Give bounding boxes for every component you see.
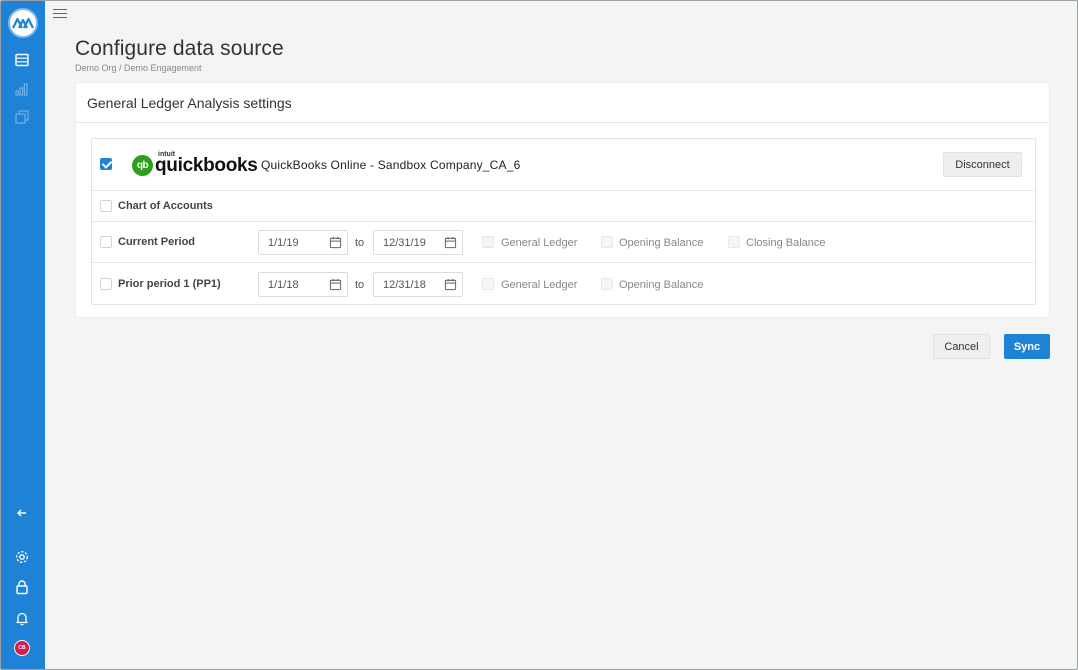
date-value: 1/1/19 (268, 236, 299, 249)
chart-of-accounts-label: Chart of Accounts (118, 200, 213, 212)
bar-chart-icon[interactable] (13, 80, 31, 98)
current-gl-label: General Ledger (501, 237, 578, 249)
user-avatar[interactable]: CB (13, 639, 31, 657)
cancel-button[interactable]: Cancel (933, 334, 990, 359)
prior-gl-checkbox[interactable] (482, 278, 494, 290)
prior-period-from-input[interactable]: 1/1/18 (258, 272, 348, 297)
logo-icon[interactable] (8, 8, 38, 38)
connection-checkbox[interactable] (100, 158, 112, 170)
settings-card: General Ledger Analysis settings qb intu… (75, 82, 1050, 318)
intuit-wordmark: intuit (158, 150, 176, 158)
data-source-panel: qb intuit quickbooks QuickBooks Online -… (91, 138, 1036, 305)
main-content: Configure data source Demo Org / Demo En… (45, 1, 1077, 669)
list-icon[interactable] (13, 51, 31, 69)
quickbooks-logo: qb intuit quickbooks (132, 150, 258, 177)
bell-icon[interactable] (13, 609, 31, 627)
calendar-icon (444, 236, 457, 249)
period-row-prior: Prior period 1 (PP1) 1/1/18 to 12/31/18 … (92, 263, 1035, 305)
period-row-current: Current Period 1/1/19 to 12/31/19 Genera… (92, 222, 1035, 263)
current-opening-balance-label: Opening Balance (619, 237, 704, 249)
current-opening-balance-checkbox[interactable] (601, 236, 613, 248)
gear-icon[interactable] (13, 548, 31, 566)
avatar-initials: CB (18, 645, 26, 651)
date-value: 12/31/18 (383, 278, 426, 291)
prior-period-to-input[interactable]: 12/31/18 (373, 272, 463, 297)
chart-of-accounts-checkbox[interactable] (100, 200, 112, 212)
card-title: General Ledger Analysis settings (76, 83, 1049, 123)
disconnect-button[interactable]: Disconnect (943, 152, 1022, 177)
current-period-from-input[interactable]: 1/1/19 (258, 230, 348, 255)
current-period-label: Current Period (118, 236, 196, 248)
to-label: to (355, 279, 365, 291)
connection-name: QuickBooks Online - Sandbox Company_CA_6 (261, 158, 521, 172)
qb-badge-icon: qb (132, 154, 153, 176)
current-period-checkbox[interactable] (100, 236, 112, 248)
collapse-arrow-icon[interactable] (13, 504, 31, 522)
menu-icon[interactable] (53, 6, 67, 20)
current-closing-balance-checkbox[interactable] (728, 236, 740, 248)
page-title: Configure data source (75, 37, 284, 60)
app-window: CB Configure data source Demo Org / Demo… (0, 0, 1078, 670)
prior-period-checkbox[interactable] (100, 278, 112, 290)
calendar-icon (444, 278, 457, 291)
prior-period-label: Prior period 1 (PP1) (118, 278, 221, 290)
calendar-icon (329, 278, 342, 291)
prior-gl-label: General Ledger (501, 279, 578, 291)
connection-row: qb intuit quickbooks QuickBooks Online -… (92, 139, 1035, 191)
current-period-to-input[interactable]: 12/31/19 (373, 230, 463, 255)
date-value: 12/31/19 (383, 236, 426, 249)
prior-opening-balance-checkbox[interactable] (601, 278, 613, 290)
sync-button[interactable]: Sync (1004, 334, 1050, 359)
lock-icon[interactable] (13, 578, 31, 596)
prior-opening-balance-label: Opening Balance (619, 279, 704, 291)
date-value: 1/1/18 (268, 278, 299, 291)
calendar-icon (329, 236, 342, 249)
copy-icon[interactable] (13, 108, 31, 126)
quickbooks-wordmark: quickbooks (155, 154, 258, 176)
to-label: to (355, 237, 365, 249)
chart-of-accounts-row: Chart of Accounts (92, 191, 1035, 222)
current-gl-checkbox[interactable] (482, 236, 494, 248)
sidebar: CB (1, 1, 45, 669)
current-closing-balance-label: Closing Balance (746, 237, 826, 249)
breadcrumb: Demo Org / Demo Engagement (75, 63, 202, 73)
